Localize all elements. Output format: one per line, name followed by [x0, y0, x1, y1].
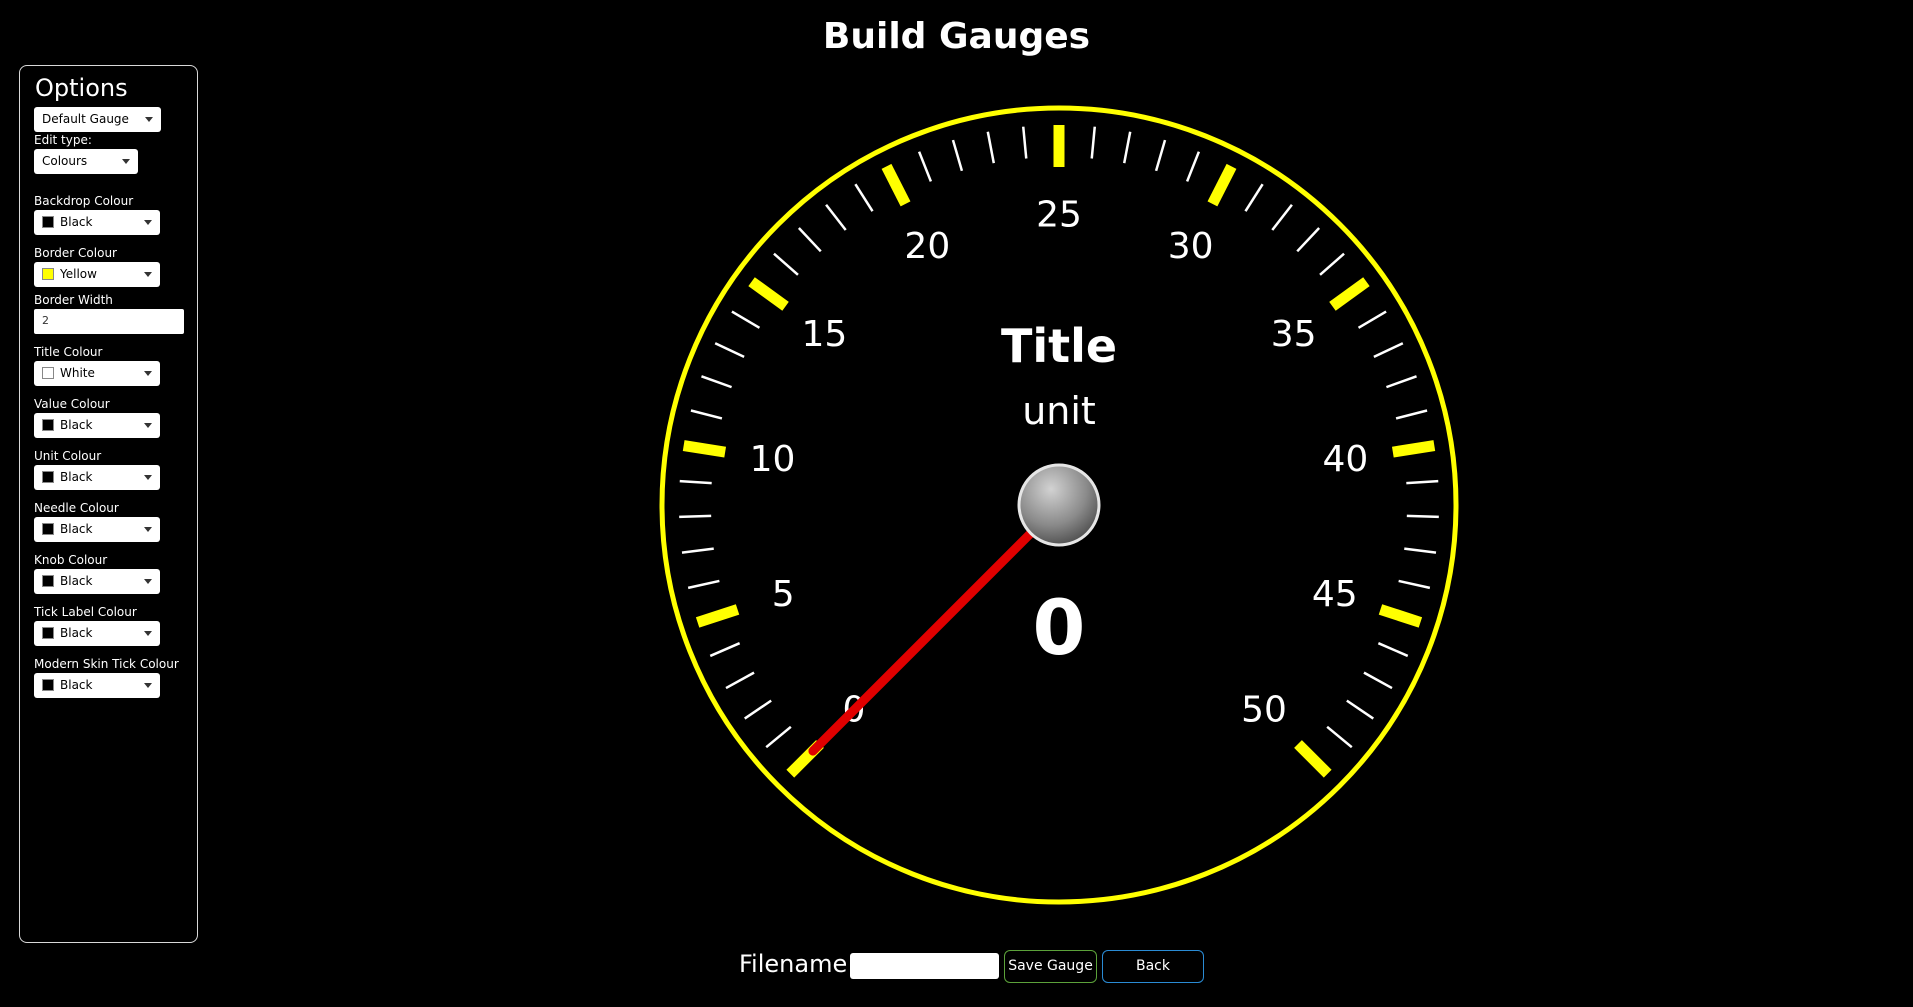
back-button[interactable]: Back [1102, 950, 1204, 983]
filename-label: Filename: [739, 950, 856, 978]
tick-label: 30 [1168, 226, 1214, 267]
tick-label: 40 [1323, 439, 1369, 480]
tick-label: 45 [1312, 574, 1358, 615]
gauge-value: 0 [1033, 583, 1086, 672]
save-gauge-button[interactable]: Save Gauge [1004, 950, 1097, 983]
major-tick [1391, 440, 1436, 458]
gauge: 05101520253035404550 Title unit 0 [659, 105, 1459, 905]
tick-label: 25 [1036, 195, 1082, 236]
tick-label: 10 [750, 439, 796, 480]
major-tick [682, 440, 727, 458]
minor-tick [1406, 514, 1439, 519]
filename-input[interactable] [850, 953, 999, 979]
tick-label: 50 [1241, 690, 1287, 731]
minor-tick [679, 514, 712, 519]
tick-label: 5 [772, 574, 795, 615]
tick-label: 35 [1271, 314, 1317, 355]
gauge-title: Title [1001, 319, 1117, 373]
gauge-unit: unit [1022, 389, 1096, 433]
gauge-knob [1017, 463, 1101, 547]
tick-label: 20 [904, 226, 950, 267]
tick-label: 15 [801, 314, 847, 355]
